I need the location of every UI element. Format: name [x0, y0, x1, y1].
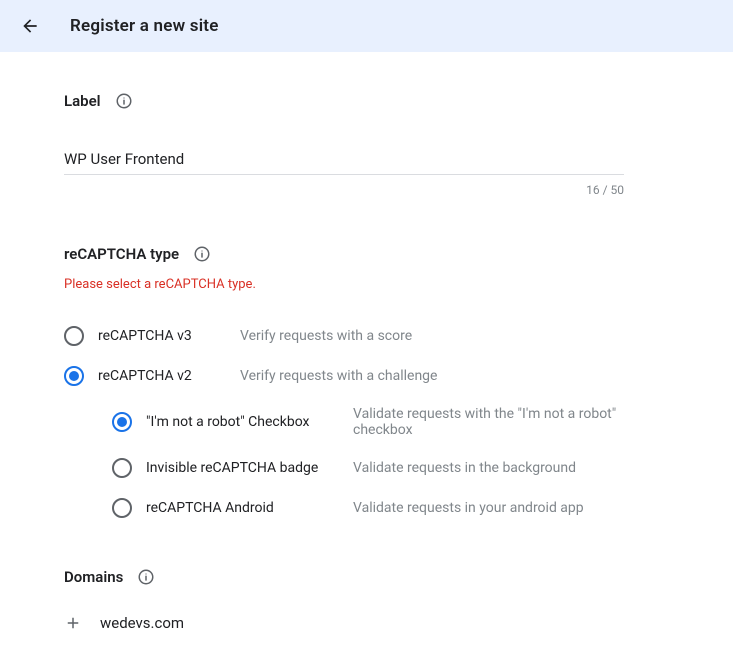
domain-item: wedevs.com: [100, 614, 184, 632]
radio-button-android[interactable]: [112, 498, 132, 518]
info-icon[interactable]: [115, 92, 133, 110]
sub-radio-row-checkbox[interactable]: "I'm not a robot" Checkbox Validate requ…: [112, 396, 669, 448]
radio-row-v2[interactable]: reCAPTCHA v2 Verify requests with a chal…: [64, 356, 669, 396]
radio-desc: Verify requests with a challenge: [240, 368, 437, 384]
sub-radio-label: "I'm not a robot" Checkbox: [146, 414, 321, 430]
radio-row-v3[interactable]: reCAPTCHA v3 Verify requests with a scor…: [64, 316, 669, 356]
sub-radio-group: "I'm not a robot" Checkbox Validate requ…: [112, 396, 669, 528]
page-title: Register a new site: [70, 16, 219, 36]
type-error-text: Please select a reCAPTCHA type.: [64, 277, 669, 292]
sub-radio-label: Invisible reCAPTCHA badge: [146, 460, 321, 476]
sub-radio-row-android[interactable]: reCAPTCHA Android Validate requests in y…: [112, 488, 669, 528]
radio-desc: Verify requests with a score: [240, 328, 412, 344]
label-char-count: 16 / 50: [64, 183, 624, 197]
form-content: Label 16 / 50 reCAPTCHA type Please sele…: [0, 52, 733, 662]
radio-button-v2[interactable]: [64, 366, 84, 386]
page-header: Register a new site: [0, 0, 733, 52]
label-input-wrapper: 16 / 50: [64, 144, 669, 197]
domains-section-title: Domains: [64, 568, 123, 586]
domain-row: wedevs.com: [64, 614, 669, 632]
label-section-title: Label: [64, 92, 101, 110]
info-icon[interactable]: [137, 568, 155, 586]
back-arrow-icon[interactable]: [20, 16, 40, 36]
radio-button-v3[interactable]: [64, 326, 84, 346]
radio-label: reCAPTCHA v2: [98, 368, 208, 384]
type-section-title: reCAPTCHA type: [64, 245, 179, 263]
sub-radio-desc: Validate requests in your android app: [353, 500, 584, 516]
radio-button-checkbox[interactable]: [112, 412, 132, 432]
plus-icon[interactable]: [64, 614, 82, 632]
info-icon[interactable]: [193, 245, 211, 263]
label-input[interactable]: [64, 144, 624, 175]
sub-radio-desc: Validate requests with the "I'm not a ro…: [353, 406, 669, 438]
type-section-header: reCAPTCHA type: [64, 245, 669, 263]
sub-radio-desc: Validate requests in the background: [353, 460, 576, 476]
domains-section: Domains wedevs.com: [64, 568, 669, 632]
radio-button-invisible[interactable]: [112, 458, 132, 478]
sub-radio-label: reCAPTCHA Android: [146, 500, 321, 516]
radio-label: reCAPTCHA v3: [98, 328, 208, 344]
sub-radio-row-invisible[interactable]: Invisible reCAPTCHA badge Validate reque…: [112, 448, 669, 488]
domains-section-header: Domains: [64, 568, 669, 586]
type-section: reCAPTCHA type Please select a reCAPTCHA…: [64, 245, 669, 528]
type-radio-group: reCAPTCHA v3 Verify requests with a scor…: [64, 316, 669, 528]
label-section-header: Label: [64, 92, 669, 110]
